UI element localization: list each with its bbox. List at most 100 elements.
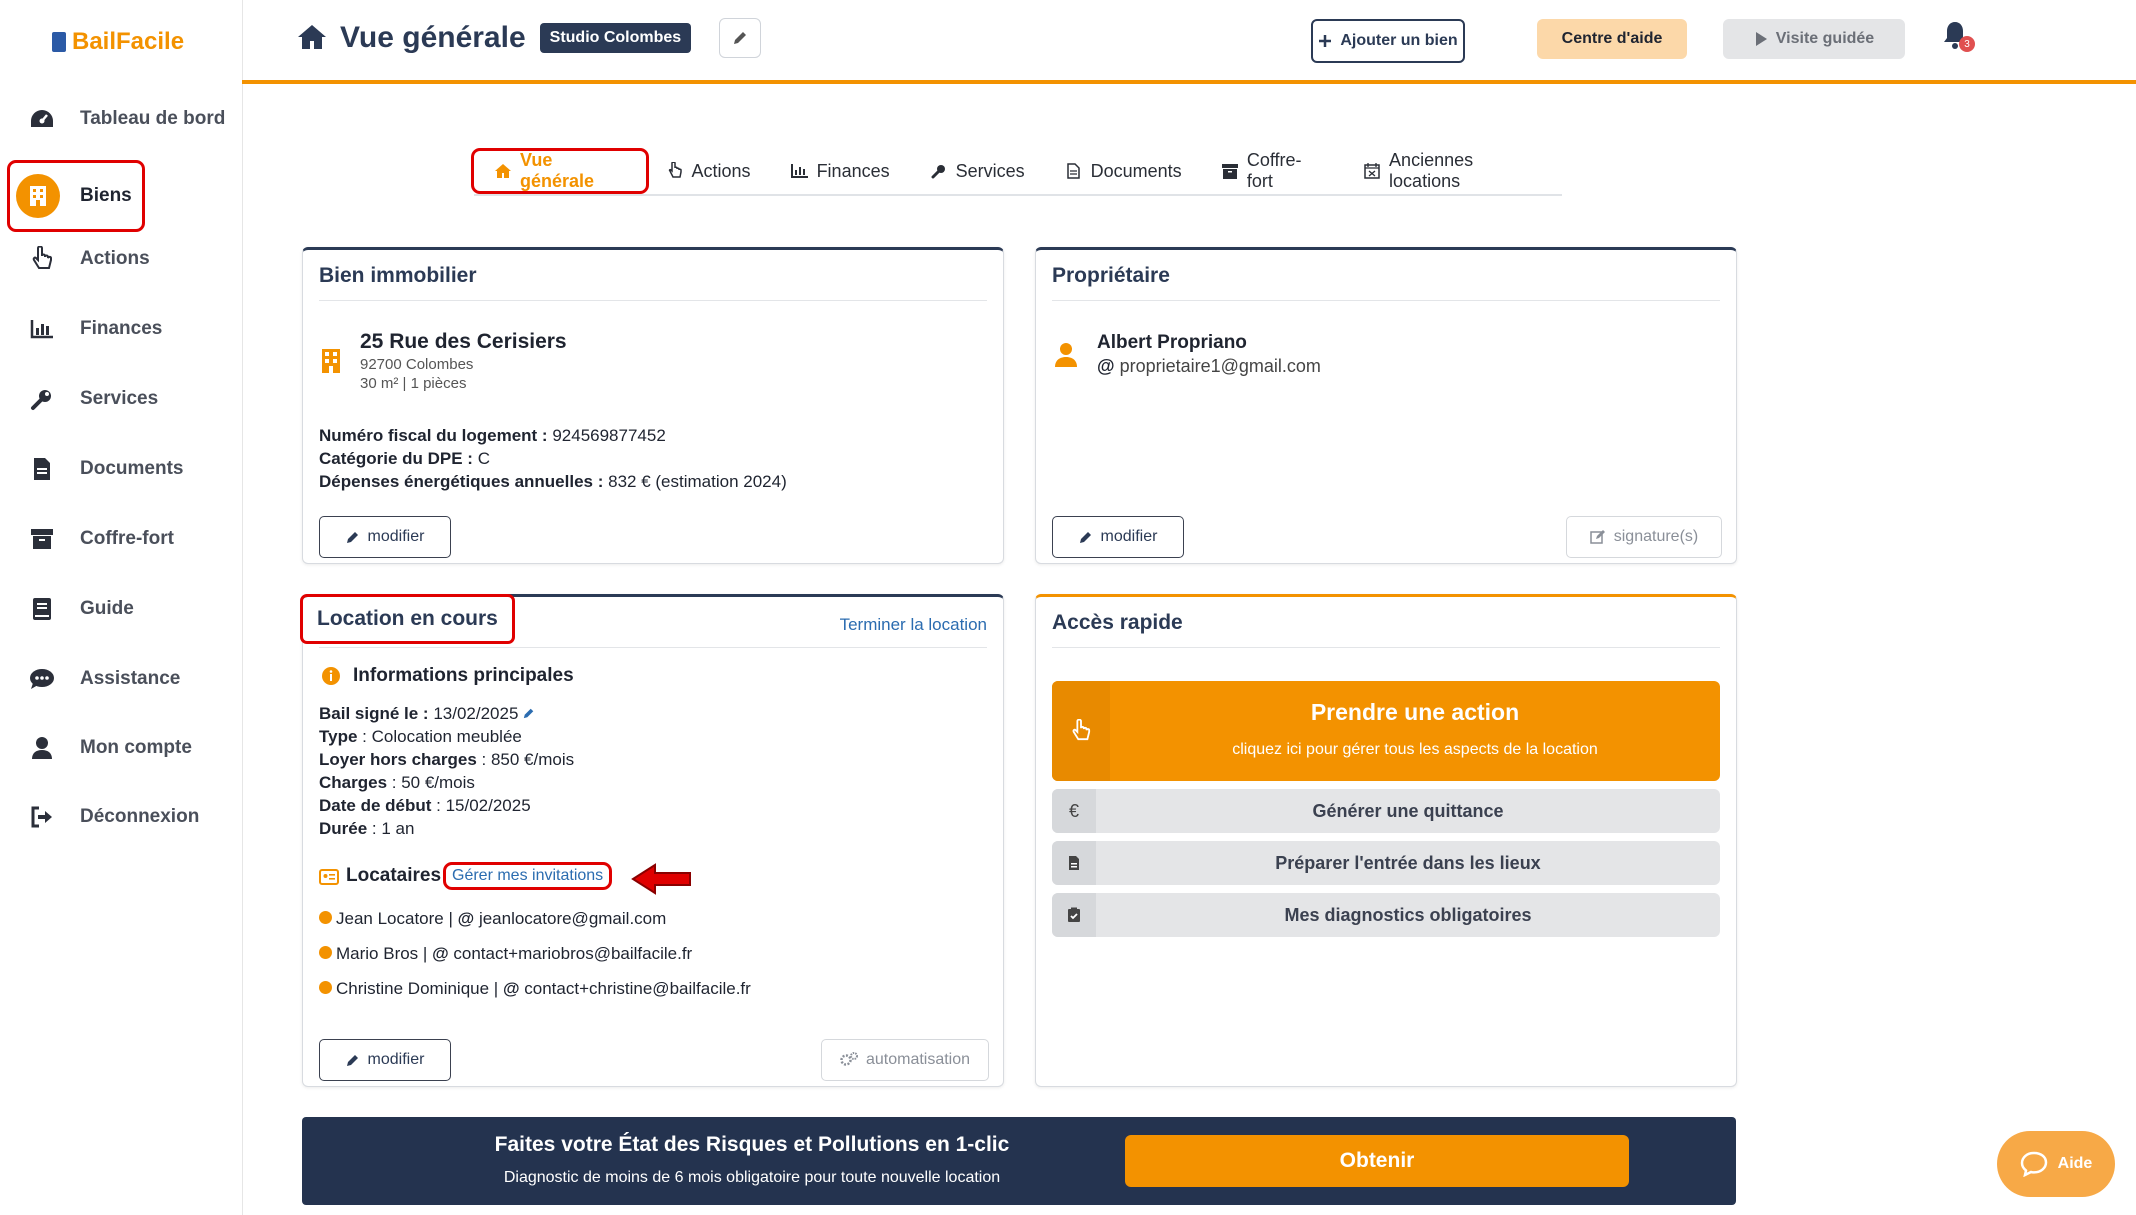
tab-label: Vue générale xyxy=(520,150,595,191)
modify-label: modifier xyxy=(1100,528,1158,545)
automation-button[interactable]: automatisation xyxy=(821,1039,989,1081)
status-dot-icon xyxy=(319,911,332,924)
red-arrow-annotation-icon xyxy=(631,863,691,895)
charges-value: : 50 €/mois xyxy=(391,773,475,792)
guided-tour-button[interactable]: Visite guidée xyxy=(1723,19,1905,59)
pencil-icon[interactable] xyxy=(523,707,535,719)
tenant-email: jeanlocatore@gmail.com xyxy=(478,909,667,928)
chat-bubble-icon xyxy=(24,661,60,697)
bar-chart-icon xyxy=(24,311,60,347)
property-tabs: Vue générale Actions Finances Services D… xyxy=(471,148,1562,196)
logo-building-icon xyxy=(52,32,66,52)
sidebar-item-tableau-de-bord[interactable]: Tableau de bord xyxy=(24,91,225,147)
tab-label: Services xyxy=(955,160,1025,181)
tab-label: Anciennes locations xyxy=(1389,150,1474,191)
owner-card-title: Propriétaire xyxy=(1052,264,1170,287)
sidebar: BailFacile Tableau de bord Biens Actions… xyxy=(0,0,243,1215)
clipboard-check-icon xyxy=(1052,893,1096,937)
sidebar-item-assistance[interactable]: Assistance xyxy=(24,651,180,707)
bail-label: Bail signé le : xyxy=(319,704,429,723)
add-property-label: Ajouter un bien xyxy=(1340,32,1458,49)
tenant-name: Mario Bros xyxy=(336,944,419,963)
quick-access-title: Accès rapide xyxy=(1052,611,1183,634)
app-logo[interactable]: BailFacile xyxy=(52,28,184,56)
start-date-row: Date de début : 15/02/2025 xyxy=(319,796,531,816)
signatures-button[interactable]: signature(s) xyxy=(1566,516,1722,558)
building-icon xyxy=(321,348,341,379)
sidebar-item-guide[interactable]: Guide xyxy=(24,581,134,637)
end-lease-link[interactable]: Terminer la location xyxy=(840,615,987,635)
archive-box-icon xyxy=(24,521,60,557)
sidebar-item-biens[interactable]: Biens xyxy=(7,160,145,232)
at-icon: @ xyxy=(432,944,449,963)
tab-coffre-fort[interactable]: Coffre-fort xyxy=(1202,150,1344,191)
help-widget-button[interactable]: Aide xyxy=(1997,1131,2115,1197)
building-icon xyxy=(16,174,60,218)
tenant-email: contact+christine@bailfacile.fr xyxy=(524,979,751,998)
owner-card: Propriétaire Albert Propriano @ propriet… xyxy=(1035,247,1737,564)
guided-tour-label: Visite guidée xyxy=(1775,30,1875,47)
tenant-name: Christine Dominique xyxy=(336,979,490,998)
sidebar-item-mon-compte[interactable]: Mon compte xyxy=(24,720,192,776)
sidebar-item-coffre-fort[interactable]: Coffre-fort xyxy=(24,511,174,567)
modify-lease-button[interactable]: modifier xyxy=(319,1039,451,1081)
tab-vue-generale[interactable]: Vue générale xyxy=(471,148,649,194)
tab-documents[interactable]: Documents xyxy=(1045,151,1202,191)
sidebar-item-finances[interactable]: Finances xyxy=(24,301,162,357)
fiscal-value: 924569877452 xyxy=(552,426,666,445)
prepare-move-in-label: Préparer l'entrée dans les lieux xyxy=(1275,853,1541,873)
manage-invitations-link[interactable]: Gérer mes invitations xyxy=(442,862,613,890)
status-dot-icon xyxy=(319,981,332,994)
generate-receipt-button[interactable]: € Générer une quittance xyxy=(1052,789,1720,833)
tab-anciennes-locations[interactable]: Anciennes locations xyxy=(1344,150,1562,191)
tenant-name: Jean Locatore xyxy=(336,909,444,928)
sidebar-item-actions[interactable]: Actions xyxy=(24,231,150,287)
tab-finances[interactable]: Finances xyxy=(771,151,910,191)
banner-subtitle: Diagnostic de moins de 6 mois obligatoir… xyxy=(503,1169,1001,1186)
top-header: Vue générale Studio Colombes Ajouter un … xyxy=(242,0,2136,84)
banner-title: Faites votre État des Risques et Polluti… xyxy=(494,1133,1010,1156)
charges-row: Charges : 50 €/mois xyxy=(319,773,475,793)
wrench-icon xyxy=(930,162,948,180)
logo-text: BailFacile xyxy=(72,28,185,55)
help-widget-label: Aide xyxy=(2057,1155,2093,1172)
property-card-title: Bien immobilier xyxy=(319,264,477,287)
erp-promo-banner: Faites votre État des Risques et Polluti… xyxy=(302,1117,1736,1205)
archive-box-icon xyxy=(1222,162,1239,180)
document-icon xyxy=(1052,841,1096,885)
sidebar-item-documents[interactable]: Documents xyxy=(24,441,183,497)
modify-property-button[interactable]: modifier xyxy=(319,516,451,558)
add-property-button[interactable]: Ajouter un bien xyxy=(1311,19,1465,63)
tenant-row: Christine Dominique | @ contact+christin… xyxy=(319,979,751,999)
notifications-button[interactable]: 3 xyxy=(1941,20,1975,56)
energy-label: Dépenses énergétiques annuelles : xyxy=(319,472,604,491)
pencil-icon xyxy=(346,1055,358,1066)
take-action-subtitle: cliquez ici pour gérer tous les aspects … xyxy=(1232,741,1598,758)
sidebar-item-label: Mon compte xyxy=(80,737,192,758)
property-card: Bien immobilier 25 Rue des Cerisiers 927… xyxy=(302,247,1004,564)
mandatory-diagnostics-button[interactable]: Mes diagnostics obligatoires xyxy=(1052,893,1720,937)
generate-receipt-label: Générer une quittance xyxy=(1312,801,1504,821)
edit-property-name-button[interactable] xyxy=(719,18,762,58)
tenant-row: Jean Locatore | @ jeanlocatore@gmail.com xyxy=(319,909,666,929)
lease-card: Location en cours Terminer la location I… xyxy=(300,594,1004,1087)
at-icon: @ xyxy=(1097,356,1115,376)
owner-name: Albert Propriano xyxy=(1097,332,1247,353)
property-city: 92700 Colombes xyxy=(360,356,474,373)
modify-owner-button[interactable]: modifier xyxy=(1052,516,1184,558)
dpe-value: C xyxy=(477,449,490,468)
property-size: 30 m² | 1 pièces xyxy=(360,375,467,392)
lease-card-title: Location en cours xyxy=(300,594,515,644)
sidebar-item-label: Documents xyxy=(80,458,184,479)
tenant-email: contact+mariobros@bailfacile.fr xyxy=(453,944,693,963)
help-center-button[interactable]: Centre d'aide xyxy=(1537,19,1687,59)
obtain-button[interactable]: Obtenir xyxy=(1125,1135,1629,1187)
id-card-icon xyxy=(319,869,339,890)
tab-actions[interactable]: Actions xyxy=(646,151,771,191)
prepare-move-in-button[interactable]: Préparer l'entrée dans les lieux xyxy=(1052,841,1720,885)
tab-services[interactable]: Services xyxy=(910,151,1045,191)
sidebar-item-deconnexion[interactable]: Déconnexion xyxy=(24,789,199,845)
sidebar-item-services[interactable]: Services xyxy=(24,371,158,427)
cogs-icon xyxy=(840,1052,858,1066)
take-action-button[interactable]: Prendre une action cliquez ici pour gére… xyxy=(1052,681,1720,781)
